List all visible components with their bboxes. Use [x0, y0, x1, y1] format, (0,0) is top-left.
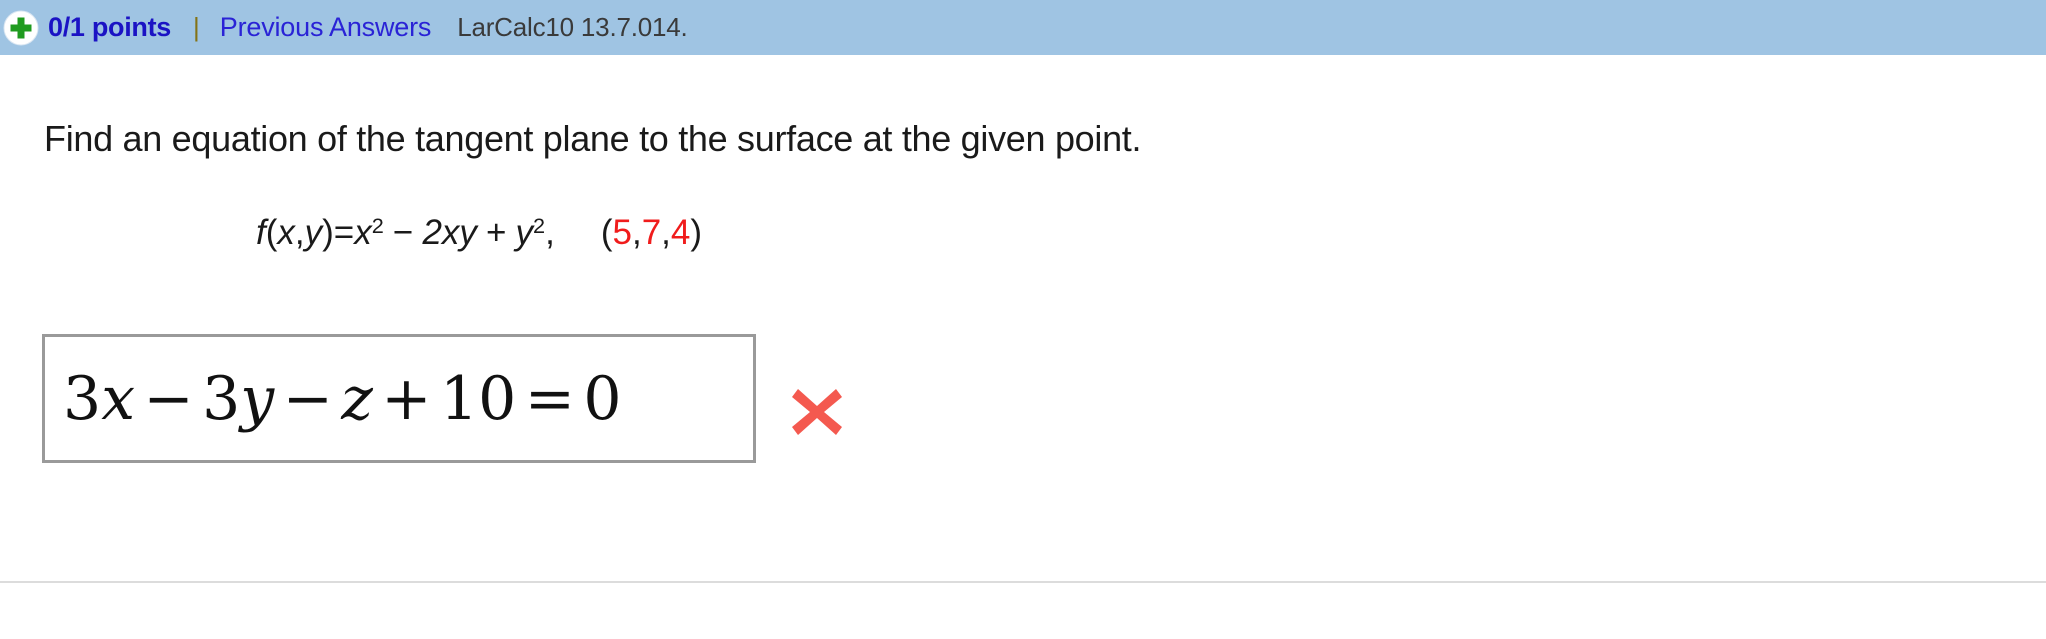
- green-plus-circle-icon[interactable]: [2, 9, 40, 47]
- formula-minus-op: −: [392, 213, 414, 252]
- function-definition: f(x, y) = x 2−2xy + y 2, (5, 7, 4): [256, 213, 702, 253]
- answer-op-2: −: [282, 363, 333, 434]
- function-name: f: [256, 213, 266, 252]
- answer-coef-x: 3: [63, 363, 102, 434]
- problem-code-label: LarCalc10 13.7.014.: [457, 12, 688, 42]
- function-arg-y: y: [304, 213, 323, 252]
- term3-base: y: [515, 213, 534, 252]
- term1-base: x: [354, 213, 372, 252]
- red-x-incorrect-icon: [786, 381, 848, 443]
- formula-trailing-comma: ,: [545, 213, 555, 252]
- args-close-paren: ): [322, 213, 334, 252]
- point-comma-1: ,: [631, 213, 642, 252]
- previous-answers-link[interactable]: Previous Answers: [220, 12, 432, 43]
- point-open-paren: (: [600, 213, 613, 252]
- answer-coef-y: 3: [202, 363, 241, 434]
- term3-exponent: 2: [533, 213, 546, 239]
- answer-rhs: 0: [583, 363, 622, 434]
- point-coord-z: 4: [670, 213, 691, 252]
- formula-plus-op: +: [486, 213, 507, 252]
- formula-equals: =: [333, 213, 355, 252]
- answer-expression: 3x −3y − z +10 = 0: [45, 369, 622, 429]
- point-coord-y: 7: [641, 213, 662, 252]
- problem-header-bar: 0/1 points | Previous Answers LarCalc10 …: [0, 0, 2046, 55]
- arg-comma: ,: [294, 213, 305, 252]
- points-label: 0/1 points: [48, 12, 172, 42]
- answer-var-z: z: [341, 363, 373, 434]
- answer-op-3: +: [381, 363, 432, 434]
- answer-equals: =: [524, 363, 575, 434]
- answer-input-box[interactable]: 3x −3y − z +10 = 0: [42, 334, 756, 463]
- answer-var-y: y: [240, 363, 275, 434]
- term1-exponent: 2: [371, 213, 384, 239]
- term2: 2xy: [422, 213, 477, 252]
- header-separator: |: [193, 12, 200, 42]
- problem-content: Find an equation of the tangent plane to…: [0, 55, 2046, 639]
- args-open-paren: (: [265, 213, 278, 252]
- question-prompt: Find an equation of the tangent plane to…: [44, 118, 1142, 159]
- function-arg-x: x: [277, 213, 295, 252]
- answer-op-1: −: [143, 363, 194, 434]
- point-comma-2: ,: [661, 213, 671, 252]
- answer-var-x: x: [101, 363, 136, 434]
- point-coord-x: 5: [612, 213, 632, 252]
- point-close-paren: ): [690, 213, 703, 252]
- section-divider: [0, 581, 2046, 583]
- answer-constant: 10: [439, 363, 517, 434]
